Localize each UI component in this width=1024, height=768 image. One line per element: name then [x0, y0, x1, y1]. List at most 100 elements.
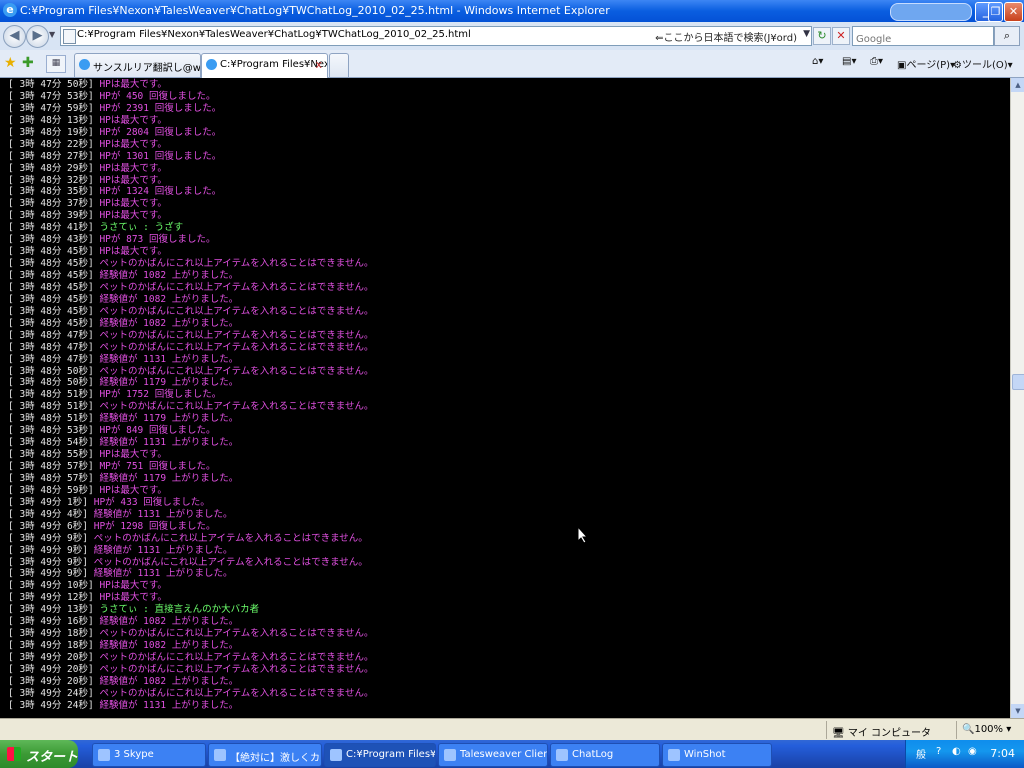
system-message: HPは最大です。 — [99, 210, 167, 222]
task-browser-1[interactable]: 【絶対に】激しくカッコイ... — [208, 743, 322, 767]
forward-icon[interactable]: ▶ — [26, 25, 49, 48]
divider — [826, 721, 827, 739]
quick-tabs-icon[interactable]: ▦ — [46, 55, 66, 73]
system-message: ペットのかばんにこれ以上アイテムを入れることはできません。 — [99, 663, 374, 675]
home-icon[interactable]: ⌂▾ — [812, 56, 823, 67]
ie-icon — [330, 749, 342, 761]
log-line: [ 3時 48分 41秒] うさてぃ : うざす — [8, 222, 374, 234]
system-message: HPは最大です。 — [99, 484, 167, 496]
log-timestamp: [ 3時 49分 6秒] — [8, 520, 88, 532]
log-line: [ 3時 49分 4秒] 経験値が 1131 上がりました。 — [8, 509, 374, 521]
task-browser-2[interactable]: C:¥Program Files¥Ne... — [324, 743, 436, 767]
stop-icon[interactable]: ✕ — [832, 27, 850, 45]
log-timestamp: [ 3時 48分 45秒] — [8, 317, 94, 329]
log-line: [ 3時 49分 10秒] HPは最大です。 — [8, 580, 374, 592]
log-timestamp: [ 3時 48分 57秒] — [8, 472, 94, 484]
log-timestamp: [ 3時 48分 50秒] — [8, 377, 94, 389]
add-favorite-icon[interactable]: ✚ — [22, 55, 34, 71]
folder-icon — [556, 749, 568, 761]
close-button[interactable]: ✕ — [1004, 2, 1023, 22]
log-timestamp: [ 3時 48分 53秒] — [8, 425, 94, 437]
log-timestamp: [ 3時 49分 4秒] — [8, 508, 88, 520]
scroll-up-icon[interactable]: ▲ — [1011, 78, 1024, 92]
history-dropdown-icon[interactable]: ▼ — [49, 30, 55, 39]
log-timestamp: [ 3時 47分 50秒] — [8, 79, 94, 90]
log-timestamp: [ 3時 48分 27秒] — [8, 150, 94, 162]
game-icon — [444, 749, 456, 761]
log-line: [ 3時 48分 35秒] HPが 1324 回復しました。 — [8, 186, 374, 198]
log-timestamp: [ 3時 48分 22秒] — [8, 138, 94, 150]
search-box[interactable] — [852, 26, 994, 48]
task-skype[interactable]: 3 Skype — [92, 743, 206, 767]
log-timestamp: [ 3時 49分 9秒] — [8, 556, 88, 568]
log-line: [ 3時 48分 51秒] 経験値が 1179 上がりました。 — [8, 413, 374, 425]
log-timestamp: [ 3時 49分 10秒] — [8, 580, 94, 592]
system-message: HPが 450 回復しました。 — [99, 90, 216, 102]
log-timestamp: [ 3時 48分 32秒] — [8, 174, 94, 186]
favorites-star-icon[interactable]: ★ — [4, 55, 17, 71]
scroll-thumb[interactable] — [1012, 374, 1024, 390]
system-message: HPは最大です。 — [99, 138, 167, 150]
log-line: [ 3時 49分 13秒] うさてぃ : 直接言えんのか大バカ者 — [8, 604, 374, 616]
system-message: HPが 433 回復しました。 — [93, 496, 210, 508]
log-line: [ 3時 49分 16秒] 経験値が 1082 上がりました。 — [8, 616, 374, 628]
tools-menu[interactable]: ⚙ツール(O)▾ — [953, 56, 1013, 71]
log-line: [ 3時 48分 59秒] HPは最大です。 — [8, 485, 374, 497]
security-icon[interactable]: ◉ — [968, 746, 977, 757]
network-icon[interactable]: ◐ — [952, 746, 961, 757]
log-line: [ 3時 49分 20秒] ペットのかばんにこれ以上アイテムを入れることはできま… — [8, 664, 374, 676]
task-chatlog[interactable]: ChatLog — [550, 743, 660, 767]
search-input[interactable] — [853, 31, 989, 48]
address-bar[interactable]: C:¥Program Files¥Nexon¥TalesWeaver¥ChatL… — [60, 26, 812, 46]
page-menu-label: ページ(P) — [906, 60, 951, 71]
system-message: 経験値が 1131 上がりました。 — [93, 544, 233, 556]
start-button[interactable]: スタート — [0, 740, 78, 768]
page-content: [ 3時 47分 50秒] HPは最大です。[ 3時 47分 53秒] HPが … — [0, 78, 1010, 718]
log-line: [ 3時 48分 22秒] HPは最大です。 — [8, 139, 374, 151]
scroll-down-icon[interactable]: ▼ — [1011, 704, 1024, 718]
help-icon[interactable]: ? — [936, 746, 941, 757]
search-icon[interactable]: ⌕ — [994, 26, 1020, 46]
system-message: HPは最大です。 — [99, 246, 167, 258]
log-timestamp: [ 3時 48分 50秒] — [8, 365, 94, 377]
new-tab-button[interactable] — [329, 53, 349, 77]
log-line: [ 3時 48分 54秒] 経験値が 1131 上がりました。 — [8, 437, 374, 449]
log-line: [ 3時 48分 45秒] 経験値が 1082 上がりました。 — [8, 318, 374, 330]
system-message: 経験値が 1082 上がりました。 — [99, 270, 239, 281]
log-line: [ 3時 49分 6秒] HPが 1298 回復しました。 — [8, 521, 374, 533]
system-message: 経験値が 1179 上がりました。 — [99, 377, 239, 389]
system-message: MPが 751 回復しました。 — [99, 461, 216, 472]
security-zone: 🖥 マイ コンピュータ — [832, 728, 932, 739]
log-line: [ 3時 49分 20秒] 経験値が 1082 上がりました。 — [8, 676, 374, 688]
system-message: ペットのかばんにこれ以上アイテムを入れることはできません。 — [99, 305, 374, 317]
vertical-scrollbar[interactable]: ▲ ▼ — [1010, 78, 1024, 718]
toolbar-widget[interactable] — [890, 3, 972, 21]
restore-button[interactable]: ❐ — [988, 2, 1003, 22]
tab-close-icon[interactable]: x — [315, 58, 322, 71]
page-menu[interactable]: ▣ページ(P)▾ — [897, 56, 955, 71]
ime-indicator[interactable]: 般 — [916, 746, 926, 761]
refresh-icon[interactable]: ↻ — [813, 27, 831, 45]
print-icon[interactable]: ⎙▾ — [870, 56, 883, 67]
folder-icon — [668, 749, 680, 761]
tab-wiki[interactable]: サンスルリア翻訳し@wiki - う... — [74, 53, 201, 77]
task-talesweaver[interactable]: Talesweaver Client V... — [438, 743, 548, 767]
task-winshot[interactable]: WinShot — [662, 743, 772, 767]
system-message: 経験値が 1082 上がりました。 — [99, 293, 239, 305]
log-timestamp: [ 3時 48分 51秒] — [8, 413, 94, 425]
ie-icon — [214, 749, 226, 761]
zoom-control[interactable]: 🔍100% ▾ — [962, 724, 1011, 735]
log-line: [ 3時 48分 47秒] ペットのかばんにこれ以上アイテムを入れることはできま… — [8, 330, 374, 342]
feed-icon[interactable]: ▤▾ — [842, 56, 856, 67]
start-label: スタート — [26, 750, 79, 765]
chevron-down-icon[interactable]: ▼ — [803, 29, 810, 39]
tab-chatlog[interactable]: C:¥Program Files¥Nexon... x — [201, 53, 328, 78]
log-line: [ 3時 49分 24秒] 経験値が 1131 上がりました。 — [8, 700, 374, 712]
system-message: HPが 2804 回復しました。 — [99, 126, 222, 138]
log-timestamp: [ 3時 49分 9秒] — [8, 568, 88, 580]
system-message: 経験値が 1131 上がりました。 — [99, 437, 239, 449]
log-timestamp: [ 3時 49分 24秒] — [8, 687, 94, 699]
back-icon[interactable]: ◀ — [3, 25, 26, 48]
system-message: HPが 1752 回復しました。 — [99, 389, 222, 401]
log-line: [ 3時 48分 50秒] 経験値が 1179 上がりました。 — [8, 377, 374, 389]
